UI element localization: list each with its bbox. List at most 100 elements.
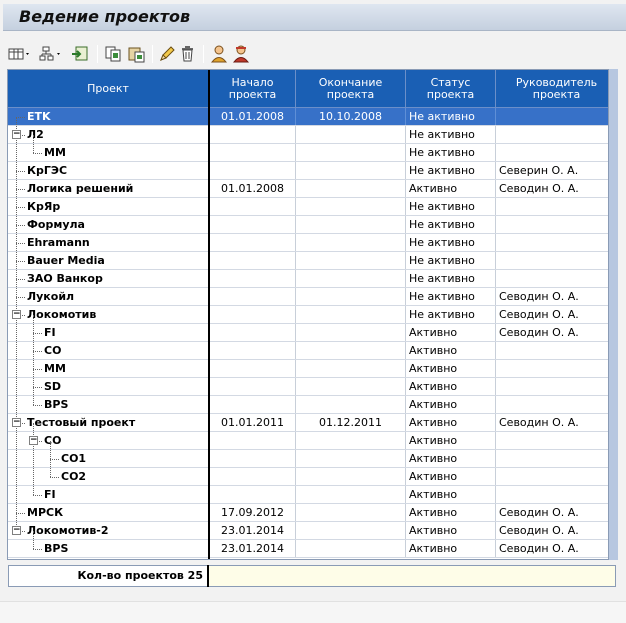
table-row[interactable]: Логика решений 01.01.2008 Активно Севодин О… bbox=[8, 180, 615, 198]
paste-button[interactable] bbox=[126, 44, 148, 64]
table-layout-icon bbox=[8, 48, 29, 60]
cell-status: Не активно bbox=[406, 270, 496, 287]
hierarchy-icon bbox=[39, 46, 60, 61]
table-row[interactable]: MM Не активно bbox=[8, 144, 615, 162]
cell-manager bbox=[496, 198, 615, 215]
cell-name: Локомотив bbox=[8, 306, 210, 323]
table-row[interactable]: ETK 01.01.2008 10.10.2008 Не активно bbox=[8, 108, 615, 126]
cell-start bbox=[210, 450, 296, 467]
cell-manager bbox=[496, 216, 615, 233]
cell-name: КрГЭС bbox=[8, 162, 210, 179]
hierarchy-menu-button[interactable] bbox=[38, 44, 64, 64]
cell-name: CO1 bbox=[8, 450, 210, 467]
cell-name: ETK bbox=[8, 108, 210, 125]
vertical-scrollbar[interactable] bbox=[608, 69, 618, 560]
cell-end bbox=[296, 342, 406, 359]
cell-start bbox=[210, 306, 296, 323]
cell-status: Активно bbox=[406, 396, 496, 413]
cell-end: 10.10.2008 bbox=[296, 108, 406, 125]
table-row[interactable]: КрЯр Не активно bbox=[8, 198, 615, 216]
cell-manager: Севодин О. А. bbox=[496, 180, 615, 197]
cell-manager bbox=[496, 342, 615, 359]
column-header-project[interactable]: Проект bbox=[8, 70, 209, 107]
column-divider bbox=[208, 70, 210, 559]
table-row[interactable]: Л2 Не активно bbox=[8, 126, 615, 144]
table-row[interactable]: МРСК 17.09.2012 Активно Севодин О. А. bbox=[8, 504, 615, 522]
table-row[interactable]: Bauer Media Не активно bbox=[8, 252, 615, 270]
column-header-status[interactable]: Статус проекта bbox=[406, 70, 496, 107]
table-row[interactable]: Формула Не активно bbox=[8, 216, 615, 234]
table-row[interactable]: SD Активно bbox=[8, 378, 615, 396]
cell-status: Активно bbox=[406, 342, 496, 359]
table-row[interactable]: Лукойл Не активно Севодин О. А. bbox=[8, 288, 615, 306]
cell-end bbox=[296, 324, 406, 341]
table-row[interactable]: FI Активно Севодин О. А. bbox=[8, 324, 615, 342]
delete-button[interactable] bbox=[179, 44, 197, 64]
table-row[interactable]: ЗАО Ванкор Не активно bbox=[8, 270, 615, 288]
expand-collapse-toggle[interactable]: − bbox=[12, 418, 21, 427]
table-row[interactable]: CO Активно bbox=[8, 342, 615, 360]
table-row[interactable]: Локомотив-2 23.01.2014 Активно Севодин О. А… bbox=[8, 522, 615, 540]
page-title: Ведение проектов bbox=[19, 7, 191, 26]
cell-status: Активно bbox=[406, 540, 496, 557]
edit-button[interactable] bbox=[157, 44, 177, 64]
table-row[interactable]: Ehramann Не активно bbox=[8, 234, 615, 252]
cell-end bbox=[296, 216, 406, 233]
cell-manager bbox=[496, 450, 615, 467]
cell-start bbox=[210, 216, 296, 233]
cell-start bbox=[210, 396, 296, 413]
expand-collapse-toggle[interactable]: − bbox=[12, 310, 21, 319]
cell-name: Л2 bbox=[8, 126, 210, 143]
export-button[interactable] bbox=[70, 44, 92, 64]
cell-start bbox=[210, 432, 296, 449]
column-header-manager[interactable]: Руководитель проекта bbox=[496, 70, 615, 107]
cell-end bbox=[296, 270, 406, 287]
table-row[interactable]: CO2 Активно bbox=[8, 468, 615, 486]
project-count-label: Кол-во проектов 25 bbox=[8, 565, 208, 587]
table-row[interactable]: BPS 23.01.2014 Активно Севодин О. А. bbox=[8, 540, 615, 558]
cell-start: 01.01.2008 bbox=[210, 180, 296, 197]
trash-icon bbox=[182, 46, 193, 62]
cell-start: 01.01.2011 bbox=[210, 414, 296, 431]
cell-name: ЗАО Ванкор bbox=[8, 270, 210, 287]
cell-start bbox=[210, 162, 296, 179]
cell-status: Не активно bbox=[406, 306, 496, 323]
cell-start bbox=[210, 342, 296, 359]
user-button[interactable] bbox=[209, 44, 229, 64]
cell-status: Активно bbox=[406, 180, 496, 197]
cell-status: Активно bbox=[406, 468, 496, 485]
cell-end bbox=[296, 144, 406, 161]
expand-collapse-toggle[interactable]: − bbox=[12, 130, 21, 139]
table-row[interactable]: КрГЭС Не активно Северин О. А. bbox=[8, 162, 615, 180]
expand-collapse-toggle[interactable]: − bbox=[29, 436, 38, 445]
cell-status: Не активно bbox=[406, 108, 496, 125]
cell-manager bbox=[496, 360, 615, 377]
table-row[interactable]: FI Активно bbox=[8, 486, 615, 504]
cell-end bbox=[296, 180, 406, 197]
layout-menu-button[interactable] bbox=[7, 44, 33, 64]
cell-status: Активно bbox=[406, 414, 496, 431]
cell-status: Активно bbox=[406, 360, 496, 377]
table-row[interactable]: BPS Активно bbox=[8, 396, 615, 414]
cell-end bbox=[296, 306, 406, 323]
cell-start bbox=[210, 468, 296, 485]
table-row[interactable]: Тестовый проект 01.01.2011 01.12.2011 Актив… bbox=[8, 414, 615, 432]
manager-button[interactable] bbox=[231, 44, 251, 64]
projects-table: Проект Начало проекта Окончание проекта Ст… bbox=[7, 69, 616, 560]
table-row[interactable]: MM Активно bbox=[8, 360, 615, 378]
copy-button[interactable] bbox=[103, 44, 125, 64]
cell-manager: Севодин О. А. bbox=[496, 540, 615, 557]
cell-status: Не активно bbox=[406, 162, 496, 179]
expand-collapse-toggle[interactable]: − bbox=[12, 526, 21, 535]
table-row[interactable]: CO1 Активно bbox=[8, 450, 615, 468]
table-row[interactable]: Локомотив Не активно Севодин О. А. bbox=[8, 306, 615, 324]
cell-start bbox=[210, 126, 296, 143]
column-header-end[interactable]: Окончание проекта bbox=[296, 70, 406, 107]
column-header-start[interactable]: Начало проекта bbox=[210, 70, 296, 107]
toolbar bbox=[7, 42, 626, 66]
cell-manager bbox=[496, 234, 615, 251]
table-row[interactable]: CO Активно bbox=[8, 432, 615, 450]
cell-name: Bauer Media bbox=[8, 252, 210, 269]
cell-manager bbox=[496, 468, 615, 485]
cell-status: Не активно bbox=[406, 198, 496, 215]
